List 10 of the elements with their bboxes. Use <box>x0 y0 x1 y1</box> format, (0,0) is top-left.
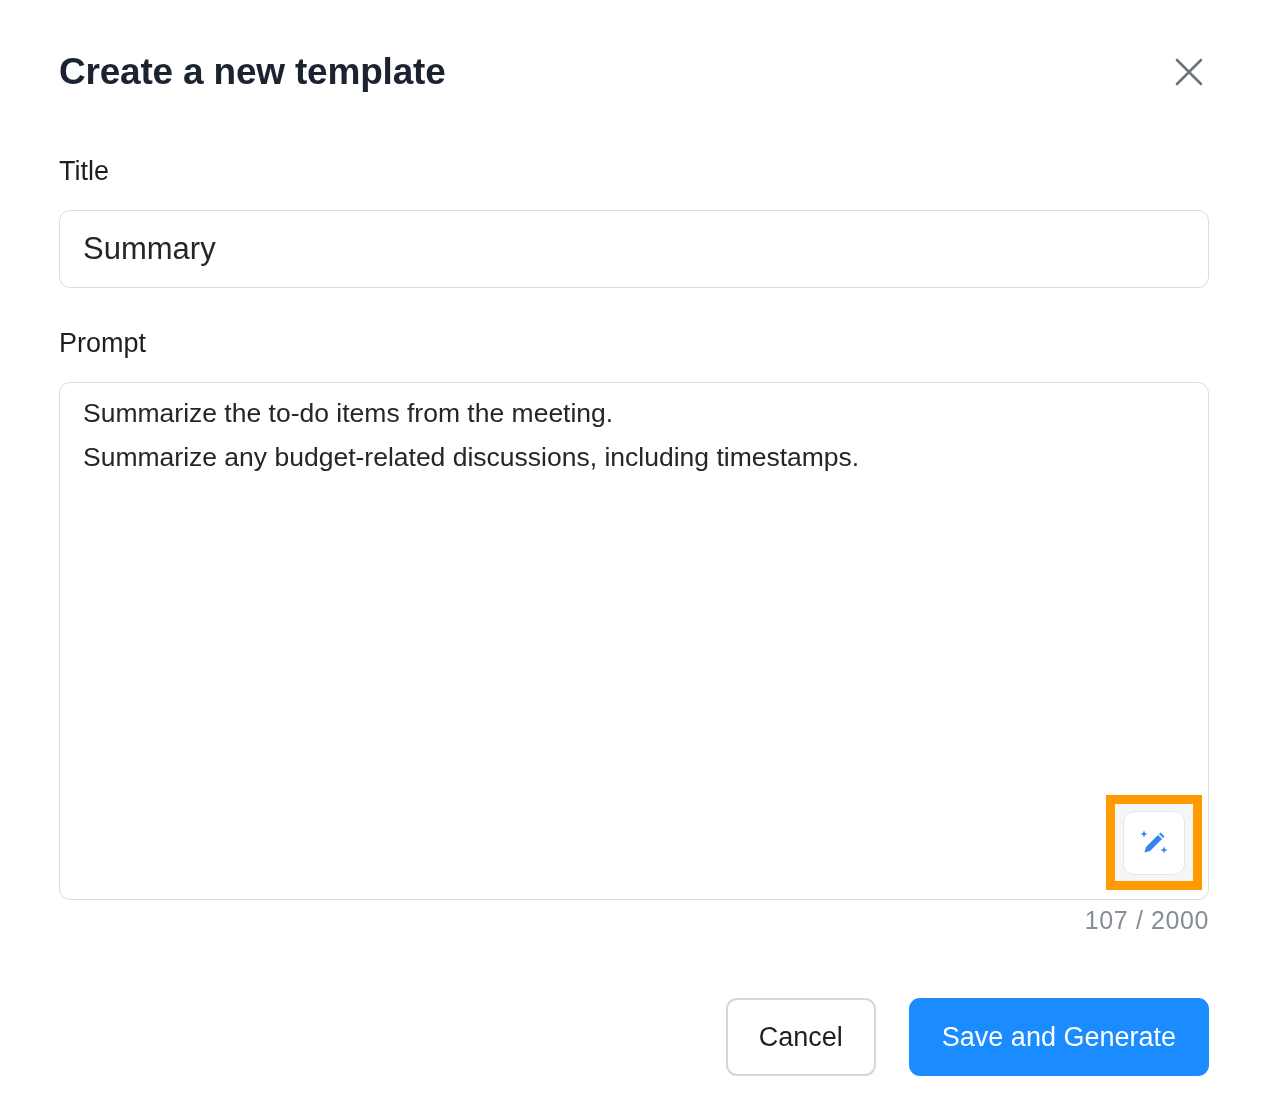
close-icon <box>1175 58 1203 86</box>
prompt-field[interactable]: Summarize the to-do items from the meeting. Summarize any budget-related discussions, including timestamps. <box>59 382 1209 900</box>
title-input[interactable]: Summary <box>59 210 1209 288</box>
dialog-title: Create a new template <box>59 50 446 94</box>
field-label: Prompt <box>59 327 148 359</box>
field-label: Title <box>59 155 110 187</box>
close-button[interactable] <box>1175 58 1203 86</box>
ai-assist-button[interactable] <box>1123 810 1185 875</box>
cancel-button[interactable]: Cancel <box>725 998 876 1076</box>
character-counter: 107 / 2000 <box>1083 906 1209 934</box>
